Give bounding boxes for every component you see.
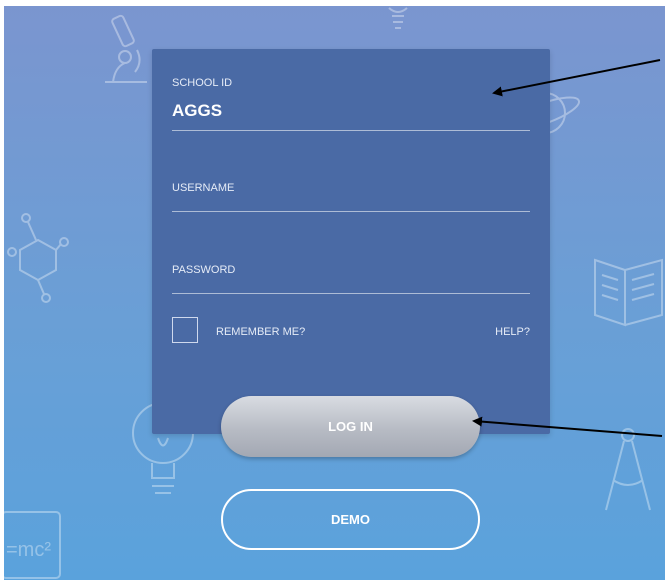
annotation-arrow-school-id [492,59,661,97]
annotation-arrows [472,59,663,437]
annotation-arrow-login [472,416,663,437]
